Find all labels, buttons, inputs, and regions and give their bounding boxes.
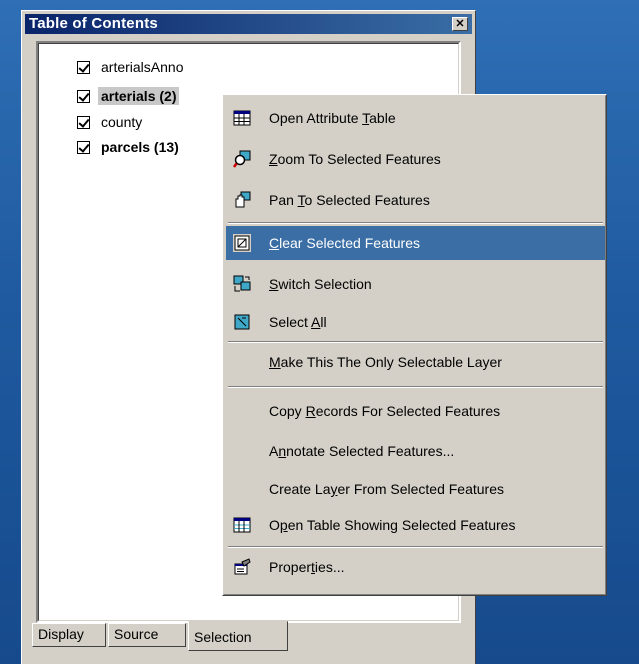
menu-accelerator: n (278, 443, 287, 459)
menu-label: able (369, 110, 396, 126)
menu-label: witch Selection (278, 276, 372, 292)
menu-separator (228, 222, 603, 224)
menu-accelerator: S (269, 276, 279, 292)
tab-source[interactable]: Source (108, 623, 186, 647)
menu-label: O (269, 517, 280, 533)
menu-label: Pan (269, 192, 298, 208)
tab-selection[interactable]: Selection (188, 621, 288, 651)
menu-label: ake This The Only Selectable Layer (280, 354, 502, 370)
menu-item-annotate-selected[interactable]: Annotate Selected Features... (226, 434, 605, 468)
menu-label: ll (320, 314, 327, 330)
layer-item-county[interactable]: county (77, 111, 145, 133)
menu-label: notate Selected Features... (286, 443, 455, 459)
layer-visibility-checkbox[interactable] (77, 115, 90, 129)
context-menu: Open Attribute Table Zoom To Selected Fe… (222, 94, 607, 596)
layer-name: parcels (13) (101, 139, 179, 155)
layer-name: arterials (2) (98, 87, 180, 105)
menu-label: Create La (269, 481, 331, 497)
menu-label: A (269, 443, 279, 459)
menu-label: lear Selected Features (279, 235, 420, 251)
menu-label: Copy (269, 403, 306, 419)
layer-name: county (101, 114, 143, 130)
menu-label: ies... (314, 559, 345, 575)
menu-label: oom To Selected Features (277, 151, 441, 167)
window-title: Table of Contents (29, 15, 158, 32)
layer-visibility-checkbox[interactable] (77, 60, 90, 74)
menu-accelerator: T (297, 192, 305, 208)
menu-separator (228, 341, 603, 343)
menu-accelerator: M (269, 354, 281, 370)
zoom-to-selected-icon (233, 150, 251, 168)
menu-item-copy-records[interactable]: Copy Records For Selected Features (226, 394, 605, 428)
menu-label: o Selected Features (304, 192, 430, 208)
menu-accelerator: R (305, 403, 316, 419)
menu-accelerator: p (279, 517, 288, 533)
menu-item-clear-selected[interactable]: Clear Selected Features (226, 226, 605, 260)
menu-label: en Table Showing Selected Features (287, 517, 516, 533)
menu-item-open-attribute-table[interactable]: Open Attribute Table (226, 101, 605, 135)
clear-selection-icon (233, 234, 251, 252)
layer-item-parcels[interactable]: parcels (13) (77, 136, 182, 158)
pan-to-selected-icon (235, 191, 251, 208)
menu-label: Proper (269, 559, 312, 575)
properties-icon (234, 558, 251, 575)
layer-item-arterialsanno[interactable]: arterialsAnno (77, 56, 187, 78)
menu-item-make-only-selectable[interactable]: Make This The Only Selectable Layer (226, 345, 605, 379)
title-bar[interactable]: Table of Contents ✕ (25, 14, 472, 34)
menu-item-switch-selection[interactable]: Switch Selection (226, 267, 605, 301)
close-button[interactable]: ✕ (452, 17, 468, 31)
layer-name: arterialsAnno (101, 59, 184, 75)
menu-item-properties[interactable]: Properties... (226, 550, 605, 584)
menu-item-create-layer[interactable]: Create Layer From Selected Features (226, 472, 605, 506)
layer-visibility-checkbox[interactable] (77, 89, 90, 103)
menu-separator (228, 386, 603, 388)
menu-item-open-table-selected[interactable]: Open Table Showing Selected Features (226, 508, 605, 542)
layer-item-arterials[interactable]: arterials (2) (77, 85, 180, 107)
menu-item-zoom-to-selected[interactable]: Zoom To Selected Features (226, 142, 605, 176)
menu-label: Select (269, 314, 312, 330)
menu-accelerator: C (269, 235, 280, 251)
menu-separator (228, 546, 603, 548)
menu-label: er From Selected Features (337, 481, 504, 497)
switch-selection-icon (233, 275, 251, 292)
select-all-icon (234, 314, 250, 330)
menu-accelerator: Z (269, 151, 278, 167)
attribute-table-icon (233, 110, 251, 126)
menu-accelerator: A (311, 314, 321, 330)
table-icon (233, 517, 251, 533)
menu-item-select-all[interactable]: Select All (226, 305, 605, 339)
tab-display[interactable]: Display (32, 623, 106, 647)
menu-item-pan-to-selected[interactable]: Pan To Selected Features (226, 183, 605, 217)
layer-visibility-checkbox[interactable] (77, 140, 90, 154)
menu-label: ecords For Selected Features (315, 403, 501, 419)
menu-label: Open Attribute (269, 110, 363, 126)
